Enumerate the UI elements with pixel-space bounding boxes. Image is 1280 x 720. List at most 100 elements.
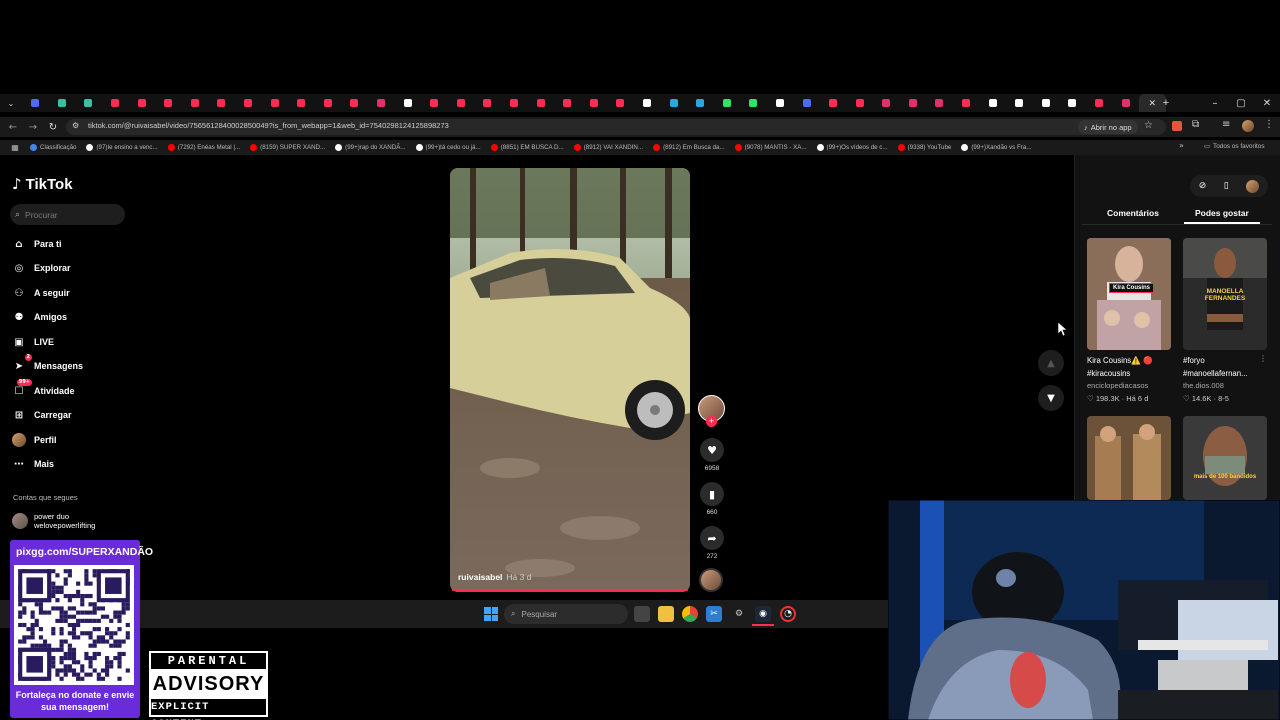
- music-disc-avatar[interactable]: [699, 568, 723, 592]
- browser-tab[interactable]: [1033, 94, 1060, 112]
- bookmark-item[interactable]: (7292) Enéas Metal |...: [167, 144, 240, 151]
- bookmark-item[interactable]: (99+)Xandão vs Fra...: [961, 144, 1031, 151]
- more-options-icon[interactable]: ⋮: [1259, 354, 1267, 363]
- browser-tab[interactable]: [341, 94, 368, 112]
- save-action[interactable]: ▮ 660: [698, 482, 726, 516]
- bookmark-item[interactable]: (99+)tá cedo ou já...: [415, 144, 481, 151]
- nav-item-para-ti[interactable]: ⌂ Para ti: [12, 236, 61, 252]
- browser-tab[interactable]: [793, 94, 820, 112]
- nav-item-amigos[interactable]: ⚉ Amigos: [12, 309, 68, 325]
- close-window-button[interactable]: ✕: [1254, 94, 1280, 112]
- nav-item-live[interactable]: ▣ LIVE: [12, 334, 54, 350]
- browser-tab[interactable]: [740, 94, 767, 112]
- windows-start-icon[interactable]: [484, 607, 498, 621]
- user-avatar[interactable]: [1246, 179, 1260, 193]
- browser-tab[interactable]: [394, 94, 421, 112]
- site-info-icon[interactable]: ⚙: [72, 121, 79, 130]
- maximize-button[interactable]: ▢: [1228, 94, 1254, 112]
- browser-tab[interactable]: [49, 94, 76, 112]
- bookmark-item[interactable]: (97)Ie ensino a venc...: [86, 144, 158, 151]
- all-favorites-folder[interactable]: ▭ Todos os favoritos: [1204, 142, 1265, 150]
- browser-tab[interactable]: [1086, 94, 1113, 112]
- browser-tab[interactable]: [22, 94, 49, 112]
- nav-item-mais[interactable]: ⋯ Mais: [12, 456, 54, 472]
- browser-tab[interactable]: [846, 94, 873, 112]
- browser-tab[interactable]: [421, 94, 448, 112]
- app-icon[interactable]: ✂: [706, 606, 722, 622]
- nav-item-mensagens[interactable]: ➤ 2 Mensagens: [12, 354, 83, 374]
- browser-tab[interactable]: [900, 94, 927, 112]
- browser-tab[interactable]: [767, 94, 794, 112]
- browser-tab[interactable]: [1112, 94, 1139, 112]
- bookmark-item[interactable]: (9078) MANTIS - XA...: [734, 144, 807, 151]
- nav-item-carregar[interactable]: ⊞ Carregar: [12, 407, 72, 423]
- browser-tab[interactable]: [288, 94, 315, 112]
- browser-tab[interactable]: [368, 94, 395, 112]
- suggested-video-info[interactable]: Kira Cousins⚠️ 🔴 #kiracousins encicloped…: [1087, 355, 1153, 405]
- compass-icon[interactable]: ⊘: [1199, 181, 1207, 191]
- tab-comments[interactable]: Comentários: [1107, 208, 1159, 218]
- browser-tab[interactable]: [634, 94, 661, 112]
- bookmark-item[interactable]: (8912) Em Busca da...: [653, 144, 725, 151]
- tab-suggested[interactable]: Podes gostar: [1195, 208, 1249, 218]
- browser-tab[interactable]: [1059, 94, 1086, 112]
- bookmark-item[interactable]: (8851) EM BUSCA D...: [490, 144, 564, 151]
- video-author[interactable]: ruivaisabel: [458, 572, 502, 582]
- new-tab-button[interactable]: +: [1158, 94, 1174, 112]
- nav-item-perfil[interactable]: Perfil: [12, 432, 57, 448]
- extension-icon[interactable]: [1172, 121, 1182, 131]
- minimize-button[interactable]: –: [1202, 94, 1228, 112]
- chrome-icon[interactable]: [682, 606, 698, 622]
- browser-tab[interactable]: [926, 94, 953, 112]
- browser-tab[interactable]: [713, 94, 740, 112]
- browser-tab[interactable]: [315, 94, 342, 112]
- bookmark-item[interactable]: (8159) SUPER XAND...: [250, 144, 325, 151]
- taskbar-search-input[interactable]: ⌕ Pesquisar: [504, 604, 628, 624]
- extensions-puzzle-icon[interactable]: ⧉: [1192, 119, 1199, 130]
- browser-tab[interactable]: [75, 94, 102, 112]
- nav-item-atividade[interactable]: ☐ 99+ Atividade: [12, 379, 75, 399]
- steam-icon[interactable]: ◉: [755, 606, 771, 622]
- bookmarks-overflow-icon[interactable]: »: [1179, 141, 1184, 150]
- browser-tab[interactable]: [979, 94, 1006, 112]
- browser-tab[interactable]: [607, 94, 634, 112]
- app-icon[interactable]: ◔: [780, 606, 796, 622]
- phone-icon[interactable]: ▯: [1224, 181, 1229, 191]
- bookmark-item[interactable]: (99+)Os vídeos de c...: [816, 144, 888, 151]
- browser-tab[interactable]: [580, 94, 607, 112]
- browser-tab[interactable]: [953, 94, 980, 112]
- bookmark-item[interactable]: (9338) YouTube: [897, 144, 951, 151]
- browser-tab[interactable]: [448, 94, 475, 112]
- back-button[interactable]: ←: [6, 120, 20, 134]
- share-action[interactable]: ➦ 272: [698, 526, 726, 560]
- browser-tab[interactable]: [128, 94, 155, 112]
- browser-tab[interactable]: [155, 94, 182, 112]
- browser-tab[interactable]: [1006, 94, 1033, 112]
- browser-tab[interactable]: [501, 94, 528, 112]
- open-in-app-button[interactable]: ♪ Abrir no app: [1078, 120, 1138, 134]
- profile-avatar[interactable]: [1242, 120, 1254, 132]
- browser-tab[interactable]: [527, 94, 554, 112]
- reload-button[interactable]: ↻: [46, 120, 60, 134]
- suggested-video-thumbnail[interactable]: [1087, 416, 1171, 500]
- heart-icon[interactable]: ♥: [700, 438, 724, 462]
- browser-tab[interactable]: [873, 94, 900, 112]
- browser-tab[interactable]: [660, 94, 687, 112]
- task-view-icon[interactable]: [634, 606, 650, 622]
- browser-tab[interactable]: [687, 94, 714, 112]
- bookmark-item[interactable]: (99+)rap do XANDÃ...: [335, 144, 406, 151]
- tab-search-button[interactable]: ⌄: [0, 94, 22, 112]
- bookmark-star-icon[interactable]: ☆: [1144, 120, 1153, 131]
- next-video-button[interactable]: ▼: [1038, 385, 1064, 411]
- browser-tab[interactable]: [554, 94, 581, 112]
- tiktok-logo[interactable]: ♪ TikTok: [12, 175, 73, 193]
- browser-tab[interactable]: [261, 94, 288, 112]
- following-account[interactable]: power duo welovepowerlifting: [12, 512, 95, 530]
- video-player[interactable]: [450, 168, 690, 592]
- browser-menu-icon[interactable]: ⋮: [1264, 119, 1274, 130]
- video-progress-bar[interactable]: [452, 589, 688, 591]
- suggested-video-thumbnail[interactable]: mais de 100 bandidos: [1183, 416, 1267, 500]
- bookmark-icon[interactable]: ▮: [700, 482, 724, 506]
- sidebar-icon[interactable]: ≡: [1222, 119, 1230, 130]
- bookmark-item[interactable]: (8912) VAI XANDIN...: [573, 144, 643, 151]
